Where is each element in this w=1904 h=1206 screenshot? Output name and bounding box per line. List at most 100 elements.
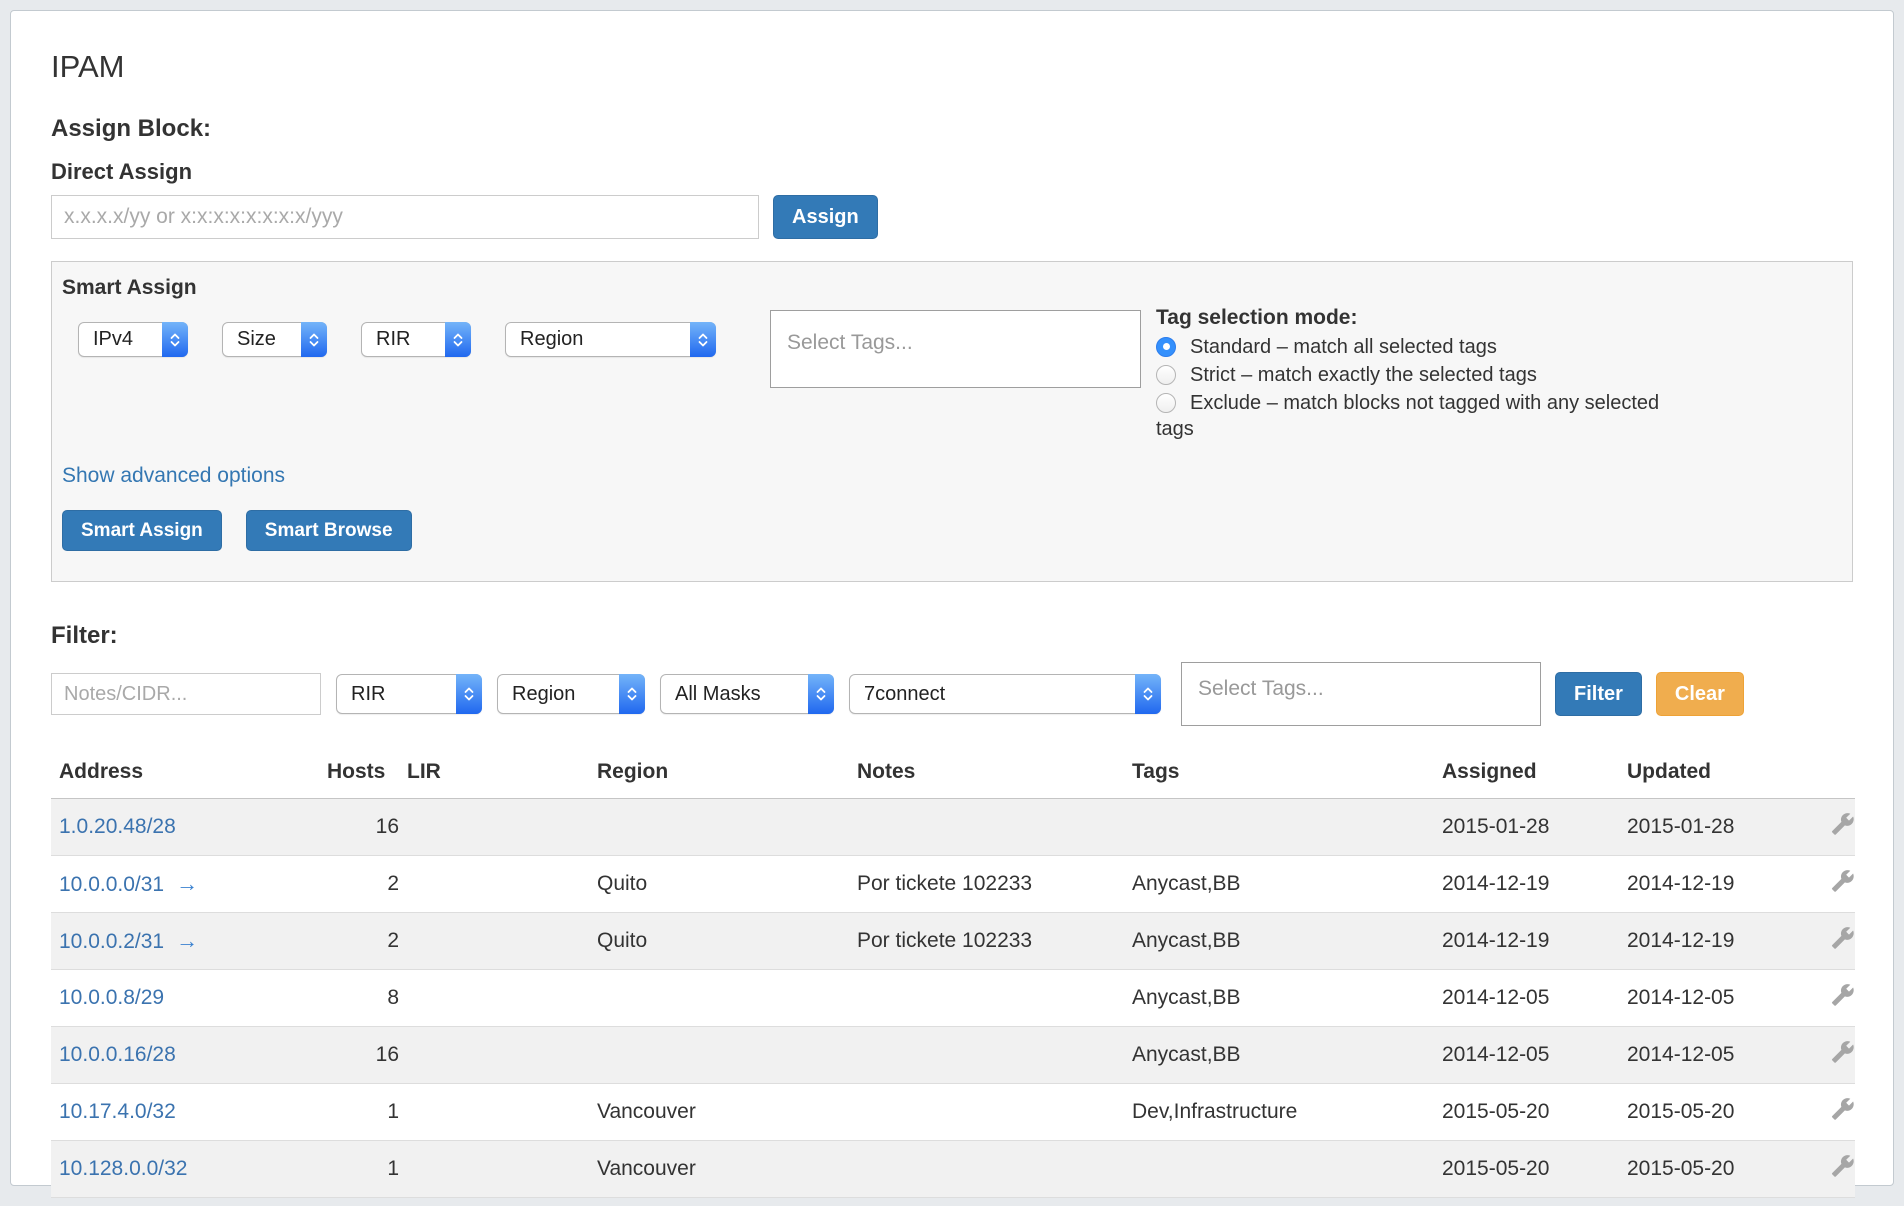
ipam-page-card: IPAM Assign Block: Direct Assign Assign …	[10, 10, 1894, 1186]
notes-cell	[849, 1141, 1124, 1198]
chevron-updown-icon	[162, 322, 188, 357]
wrench-icon[interactable]	[1831, 1154, 1855, 1184]
direct-assign-label: Direct Assign	[51, 159, 1853, 185]
address-cell: 1.0.20.48/28	[51, 799, 319, 856]
show-advanced-options-link[interactable]: Show advanced options	[62, 464, 285, 488]
address-cell: 10.0.0.2/31→	[51, 913, 319, 970]
rir-select[interactable]: RIR	[361, 322, 471, 357]
region-cell: Vancouver	[589, 1141, 849, 1198]
table-row: 10.128.0.0/32 1 Vancouver 2015-05-20 201…	[51, 1141, 1855, 1198]
tags-placeholder: Select Tags...	[787, 331, 913, 354]
column-header-hosts: Hosts	[319, 750, 399, 799]
filter-tags-input[interactable]: Select Tags...	[1181, 662, 1541, 726]
region-select[interactable]: Region	[505, 322, 716, 357]
hosts-cell: 1	[319, 1084, 399, 1141]
column-header-notes: Notes	[849, 750, 1124, 799]
address-link[interactable]: 10.0.0.2/31	[59, 930, 164, 953]
clear-button[interactable]: Clear	[1656, 672, 1744, 716]
hosts-cell: 8	[319, 970, 399, 1027]
hosts-cell: 2	[319, 913, 399, 970]
hosts-cell: 2	[319, 856, 399, 913]
lir-cell	[399, 1027, 589, 1084]
column-header-tags: Tags	[1124, 750, 1434, 799]
notes-cell	[849, 799, 1124, 856]
table-row: 10.17.4.0/32 1 Vancouver Dev,Infrastruct…	[51, 1084, 1855, 1141]
wrench-icon[interactable]	[1831, 869, 1855, 899]
chevron-updown-icon	[1135, 674, 1161, 714]
notes-cell: Por tickete 102233	[849, 913, 1124, 970]
address-link[interactable]: 10.0.0.16/28	[59, 1043, 176, 1066]
tag-mode-option-strict: Strict – match exactly the selected tags	[1156, 362, 1701, 388]
actions-cell	[1804, 856, 1855, 913]
actions-cell	[1804, 970, 1855, 1027]
tag-selection-mode: Tag selection mode: Standard – match all…	[1156, 306, 1701, 444]
filter-heading: Filter:	[51, 622, 1853, 650]
ip-version-select[interactable]: IPv4	[78, 322, 188, 357]
radio-standard-label: Standard – match all selected tags	[1190, 336, 1497, 358]
rir-select-value: RIR	[362, 323, 445, 356]
notes-cidr-input[interactable]	[51, 673, 321, 715]
assigned-cell: 2015-05-20	[1434, 1084, 1619, 1141]
notes-cell	[849, 970, 1124, 1027]
column-header-updated: Updated	[1619, 750, 1804, 799]
smart-assign-tags-input[interactable]: Select Tags...	[770, 310, 1141, 388]
tags-cell: Dev,Infrastructure	[1124, 1084, 1434, 1141]
updated-cell: 2014-12-05	[1619, 970, 1804, 1027]
filter-button[interactable]: Filter	[1555, 672, 1642, 716]
table-row: 10.0.0.0/31→ 2 Quito Por tickete 102233 …	[51, 856, 1855, 913]
smart-assign-panel: Smart Assign IPv4 Size RIR Region	[51, 261, 1853, 582]
chevron-updown-icon	[445, 322, 471, 357]
tags-cell	[1124, 1141, 1434, 1198]
lir-cell	[399, 856, 589, 913]
updated-cell: 2015-05-20	[1619, 1141, 1804, 1198]
filter-lir-select-value: 7connect	[850, 675, 1135, 713]
ipam-table-body: 1.0.20.48/28 16 2015-01-28 2015-01-28 10…	[51, 799, 1855, 1198]
address-cell: 10.0.0.8/29	[51, 970, 319, 1027]
wrench-icon[interactable]	[1831, 983, 1855, 1013]
ipam-table: Address Hosts LIR Region Notes Tags Assi…	[51, 750, 1855, 1198]
assigned-cell: 2015-01-28	[1434, 799, 1619, 856]
assigned-cell: 2014-12-19	[1434, 856, 1619, 913]
address-cell: 10.128.0.0/32	[51, 1141, 319, 1198]
size-select[interactable]: Size	[222, 322, 327, 357]
wrench-icon[interactable]	[1831, 1040, 1855, 1070]
region-cell	[589, 1027, 849, 1084]
table-header-row: Address Hosts LIR Region Notes Tags Assi…	[51, 750, 1855, 799]
address-link[interactable]: 10.0.0.0/31	[59, 873, 164, 896]
wrench-icon[interactable]	[1831, 926, 1855, 956]
filter-region-select-value: Region	[498, 675, 619, 713]
hosts-cell: 1	[319, 1141, 399, 1198]
address-link[interactable]: 1.0.20.48/28	[59, 815, 176, 838]
assigned-cell: 2014-12-19	[1434, 913, 1619, 970]
filter-masks-select-value: All Masks	[661, 675, 808, 713]
filter-region-select[interactable]: Region	[497, 674, 645, 714]
address-link[interactable]: 10.0.0.8/29	[59, 986, 164, 1009]
filter-masks-select[interactable]: All Masks	[660, 674, 834, 714]
address-cell: 10.0.0.0/31→	[51, 856, 319, 913]
lir-cell	[399, 799, 589, 856]
assigned-cell: 2014-12-05	[1434, 970, 1619, 1027]
wrench-icon[interactable]	[1831, 1097, 1855, 1127]
actions-cell	[1804, 1141, 1855, 1198]
address-link[interactable]: 10.128.0.0/32	[59, 1157, 187, 1180]
filter-lir-select[interactable]: 7connect	[849, 674, 1161, 714]
table-row: 10.0.0.2/31→ 2 Quito Por tickete 102233 …	[51, 913, 1855, 970]
radio-exclude-label: Exclude – match blocks not tagged with a…	[1156, 392, 1659, 440]
radio-exclude[interactable]	[1156, 393, 1176, 413]
column-header-lir: LIR	[399, 750, 589, 799]
wrench-icon[interactable]	[1831, 812, 1855, 842]
filter-rir-select[interactable]: RIR	[336, 674, 482, 714]
assign-button[interactable]: Assign	[773, 195, 878, 239]
smart-browse-button[interactable]: Smart Browse	[246, 510, 412, 551]
size-select-value: Size	[223, 323, 301, 356]
smart-assign-heading: Smart Assign	[62, 276, 1840, 300]
updated-cell: 2015-01-28	[1619, 799, 1804, 856]
smart-assign-button[interactable]: Smart Assign	[62, 510, 222, 551]
address-link[interactable]: 10.17.4.0/32	[59, 1100, 176, 1123]
region-cell: Quito	[589, 913, 849, 970]
direct-assign-input[interactable]	[51, 195, 759, 239]
updated-cell: 2014-12-19	[1619, 856, 1804, 913]
radio-strict[interactable]	[1156, 365, 1176, 385]
actions-cell	[1804, 1027, 1855, 1084]
radio-standard[interactable]	[1156, 337, 1176, 357]
